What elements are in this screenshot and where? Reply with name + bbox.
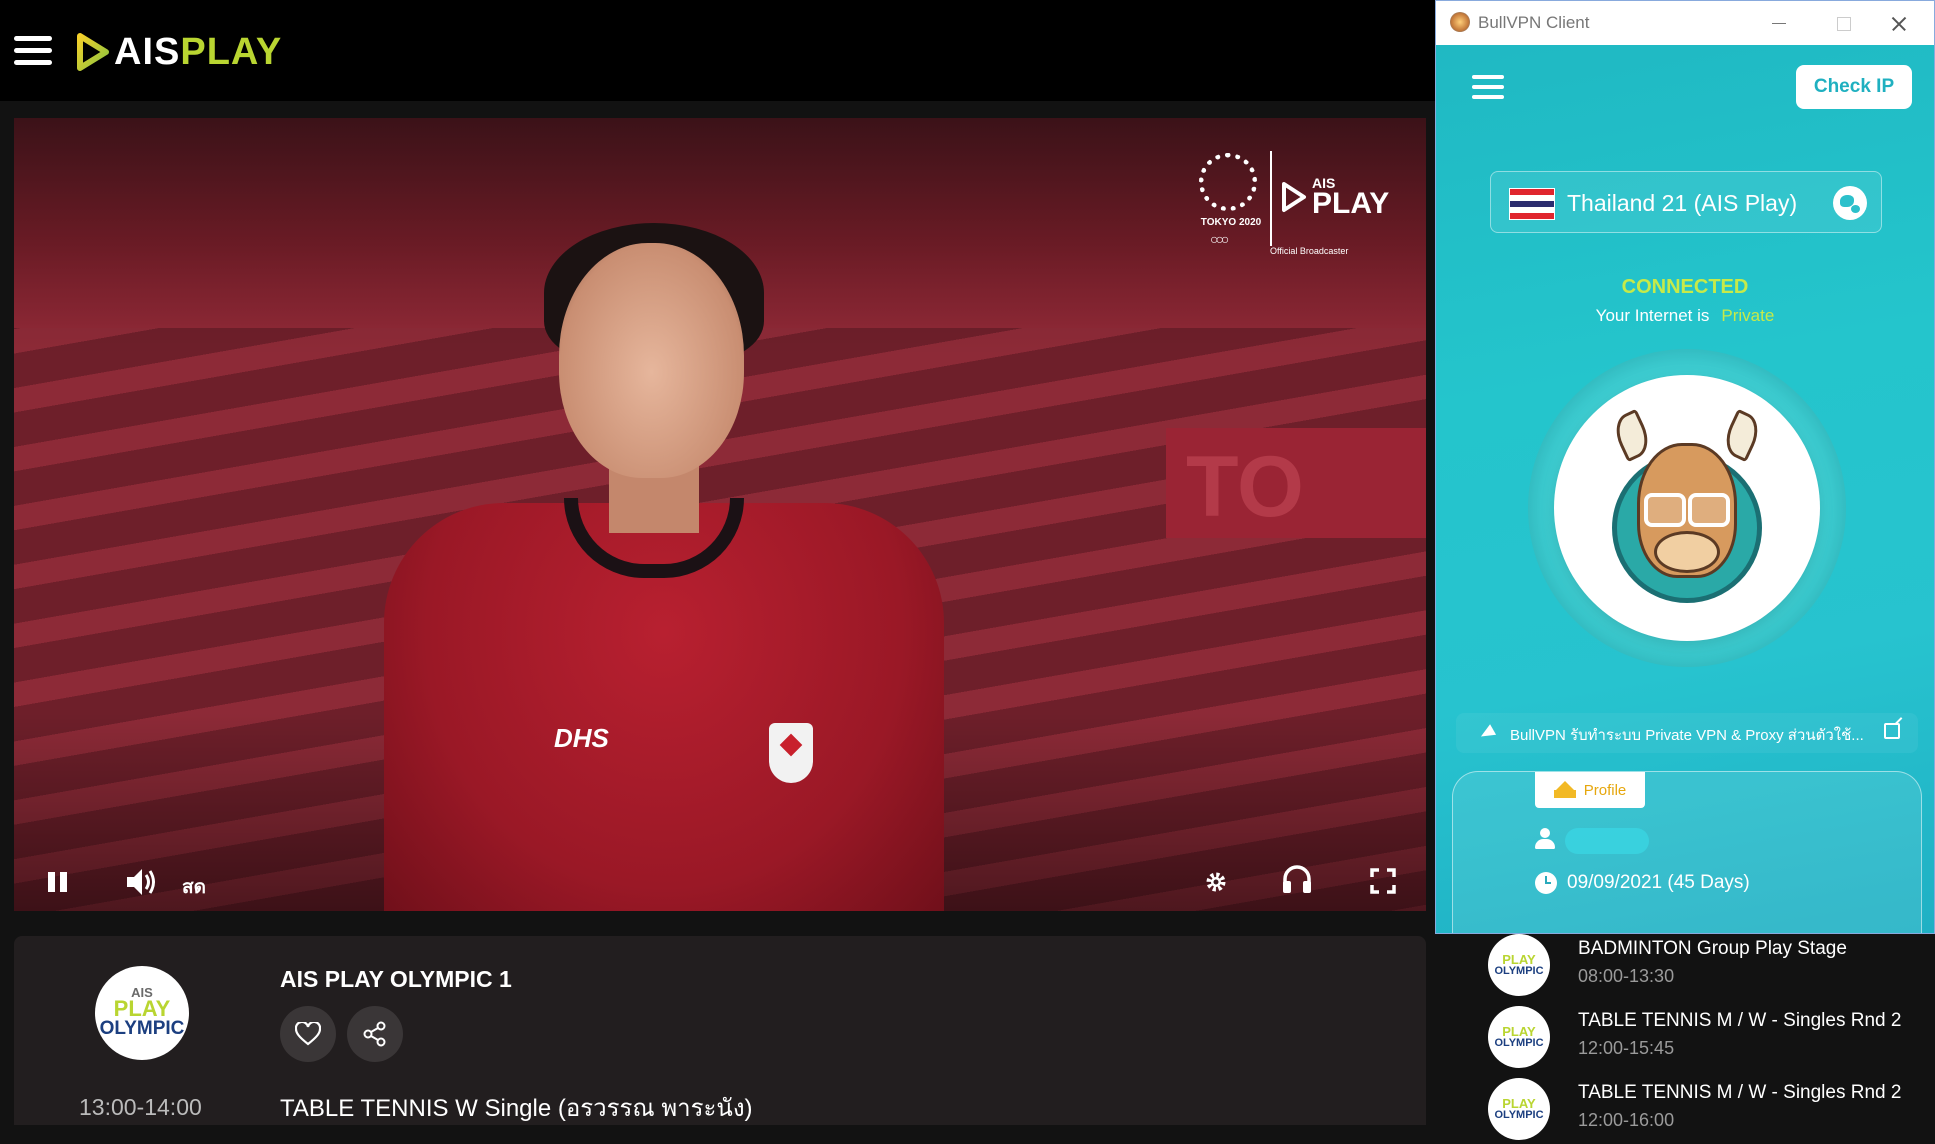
maple-leaf-crest xyxy=(769,723,813,783)
globe-icon[interactable] xyxy=(1833,186,1867,220)
venue-banner: TO xyxy=(1166,428,1426,538)
play-triangle-icon xyxy=(77,33,109,71)
program-info-panel: AIS PLAY OLYMPIC 1 13:00-14:00 AIS PLAY … xyxy=(14,936,1426,1125)
clock-icon xyxy=(1535,872,1557,894)
connection-status: CONNECTED xyxy=(1621,276,1749,298)
banner-letters: TO xyxy=(1186,439,1304,535)
shirt-brand: DHS xyxy=(554,723,609,753)
broadcaster-label: Official Broadcaster xyxy=(1270,246,1349,256)
connect-toggle-button[interactable] xyxy=(1528,349,1846,667)
schedule-time: 08:00-13:30 xyxy=(1578,966,1675,986)
olympic-emblem-icon xyxy=(1199,153,1257,211)
channel-number: 11 xyxy=(1511,980,1527,996)
olympic-rings-icon: ○○○ xyxy=(1210,231,1229,247)
window-titlebar[interactable]: BullVPN Client xyxy=(1436,1,1934,45)
watermark-play: PLAY xyxy=(1312,187,1390,220)
program-title: TABLE TENNIS W Single (อรวรรณ พาระนัง) xyxy=(280,1095,753,1122)
channel-number: 1 xyxy=(135,1036,149,1063)
maximize-icon[interactable] xyxy=(1818,7,1868,39)
notice-text: BullVPN รับทำระบบ Private VPN & Proxy ส่… xyxy=(1510,727,1864,744)
server-name: Thailand 21 (AIS Play) xyxy=(1567,190,1798,216)
schedule-title: TABLE TENNIS M / W - Singles Rnd 2 xyxy=(1578,1010,1902,1031)
list-item[interactable]: PLAY OLYMPIC 11 BADMINTON Group Play Sta… xyxy=(1460,930,1935,1000)
profile-card: Profile 09/09/2021 (45 Days) xyxy=(1452,771,1922,933)
channel-number: 12 xyxy=(1511,1052,1527,1068)
logo-ais-text: AIS xyxy=(114,30,181,73)
settings-gear-icon[interactable] xyxy=(1204,870,1228,894)
channel-number: 13 xyxy=(1511,1124,1527,1140)
live-label: สด xyxy=(182,877,206,898)
vpn-menu-icon[interactable] xyxy=(1472,75,1504,101)
profile-tab-label: Profile xyxy=(1583,781,1627,799)
video-player[interactable]: TO DHS TOKYO 2020 ○○○ AIS PLAY Official … xyxy=(14,118,1426,911)
schedule-list: PLAY OLYMPIC 11 BADMINTON Group Play Sta… xyxy=(1460,930,1935,1140)
headphones-icon[interactable] xyxy=(1280,862,1314,896)
promo-notice[interactable]: BullVPN รับทำระบบ Private VPN & Proxy ส่… xyxy=(1456,713,1918,753)
internet-status: Your Internet is Private xyxy=(1436,306,1934,326)
external-link-icon[interactable] xyxy=(1884,723,1900,739)
list-item[interactable]: PLAY OLYMPIC 13 TABLE TENNIS M / W - Sin… xyxy=(1460,1074,1935,1144)
favorite-button[interactable] xyxy=(280,1006,336,1062)
megaphone-icon xyxy=(1478,723,1498,743)
minimize-icon[interactable] xyxy=(1754,7,1804,39)
athlete-figure: DHS xyxy=(384,213,944,911)
window-title: BullVPN Client xyxy=(1478,13,1590,32)
program-time: 13:00-14:00 xyxy=(79,1094,202,1120)
subscription-expiry: 09/09/2021 (45 Days) xyxy=(1567,872,1750,893)
broadcast-watermark: TOKYO 2020 ○○○ AIS PLAY Official Broadca… xyxy=(1196,151,1390,261)
internet-state: Private xyxy=(1721,306,1775,325)
athlete-head xyxy=(559,243,744,478)
profile-tab[interactable]: Profile xyxy=(1535,772,1645,808)
bullvpn-app-icon xyxy=(1450,12,1470,32)
schedule-title: TABLE TENNIS M / W - Singles Rnd 2 xyxy=(1578,1082,1902,1103)
check-ip-button[interactable]: Check IP xyxy=(1796,65,1912,109)
server-selector[interactable]: Thailand 21 (AIS Play) xyxy=(1490,171,1882,233)
bull-mascot-icon xyxy=(1602,408,1772,603)
crown-icon xyxy=(1553,781,1576,798)
internet-prefix: Your Internet is xyxy=(1595,306,1710,325)
menu-icon[interactable] xyxy=(14,36,52,66)
schedule-title: BADMINTON Group Play Stage xyxy=(1578,938,1847,959)
list-item[interactable]: PLAY OLYMPIC 12 TABLE TENNIS M / W - Sin… xyxy=(1460,1002,1935,1072)
pause-icon[interactable] xyxy=(46,870,70,894)
user-icon xyxy=(1535,828,1555,850)
heart-icon xyxy=(295,1022,321,1046)
schedule-time: 12:00-15:45 xyxy=(1578,1038,1675,1058)
fullscreen-icon[interactable] xyxy=(1370,868,1396,894)
share-icon xyxy=(363,1021,386,1047)
schedule-time: 12:00-16:00 xyxy=(1578,1110,1675,1130)
close-icon[interactable] xyxy=(1874,7,1924,39)
games-label: TOKYO 2020 xyxy=(1200,217,1262,228)
channel-title: AIS PLAY OLYMPIC 1 xyxy=(280,966,512,992)
redacted-username xyxy=(1565,828,1649,854)
play-triangle-icon xyxy=(1282,182,1306,212)
aisplay-logo[interactable]: AISPLAY xyxy=(76,30,282,74)
vpn-client-window: BullVPN Client Check IP Thailand 21 (AIS… xyxy=(1435,0,1935,934)
thailand-flag-icon xyxy=(1509,188,1555,220)
logo-play-text: PLAY xyxy=(180,30,283,73)
share-button[interactable] xyxy=(347,1006,403,1062)
volume-icon[interactable] xyxy=(124,866,158,898)
